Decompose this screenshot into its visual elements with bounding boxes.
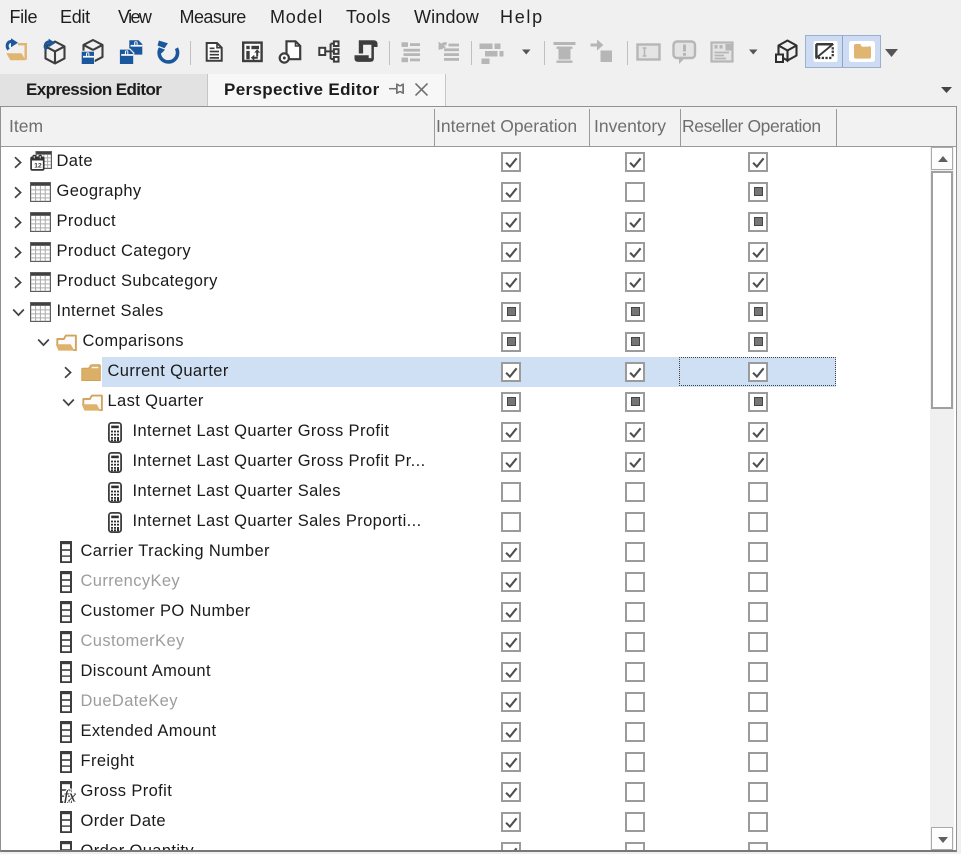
svg-text:fx: fx [64,786,77,803]
svg-text:12: 12 [34,162,42,169]
